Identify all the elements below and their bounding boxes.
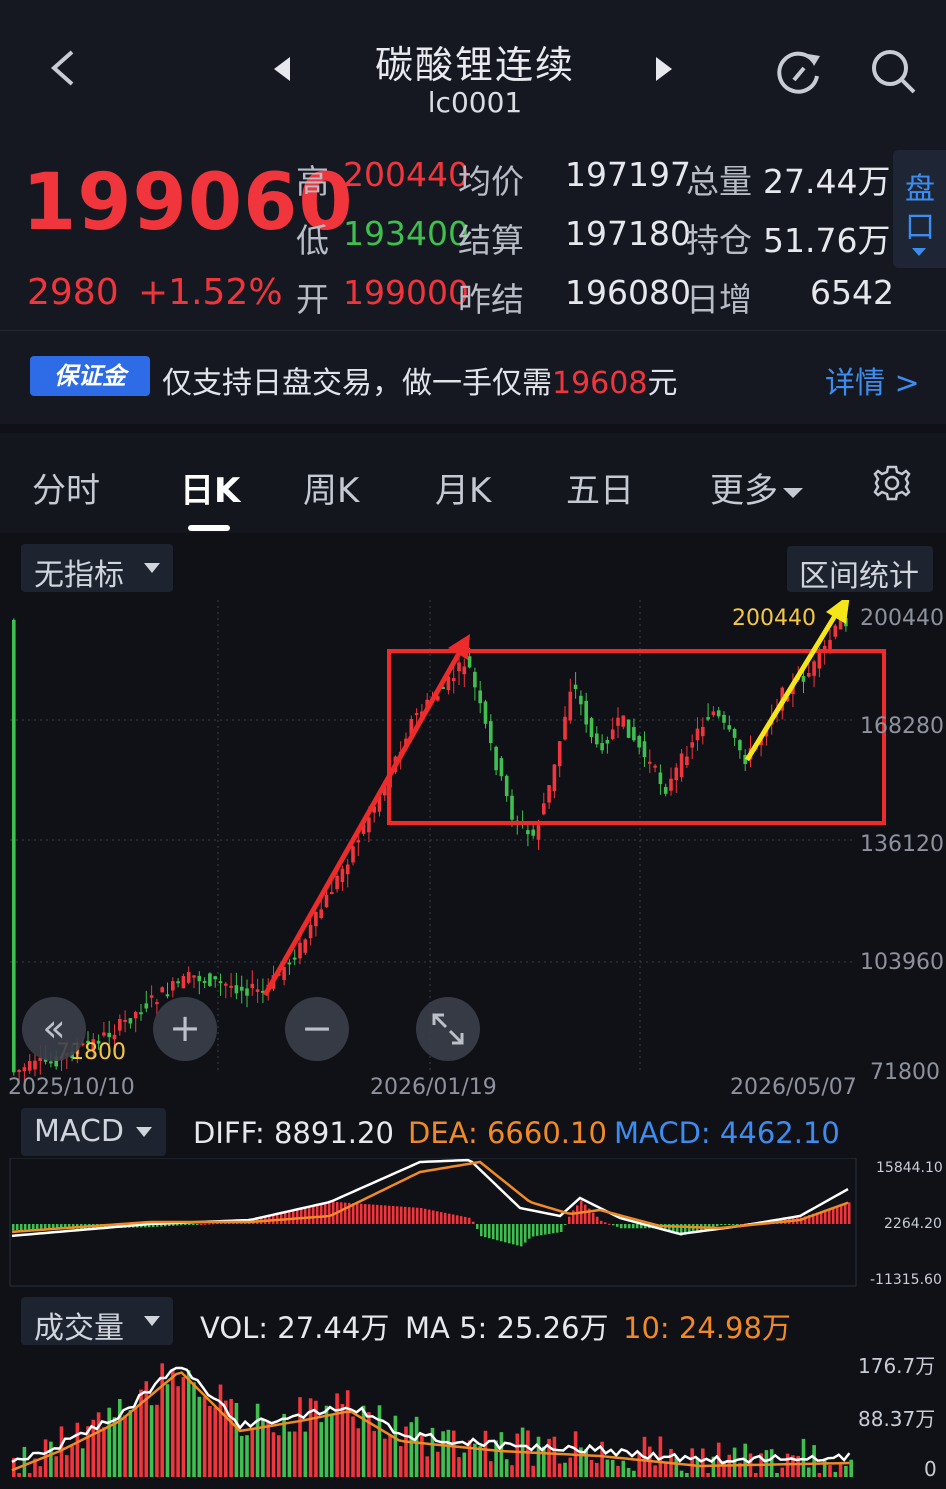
refresh-icon[interactable] <box>774 46 824 100</box>
consolidation-box <box>387 649 886 825</box>
y-tick-label: 200440 <box>860 606 944 631</box>
scroll-left-button[interactable]: « <box>22 997 86 1061</box>
tab-intraday[interactable]: 分时 <box>32 463 100 512</box>
oi-value: 51.76万 <box>763 221 891 260</box>
margin-text: 仅支持日盘交易，做一手仅需19608元 <box>162 358 677 402</box>
tab-more-label: 更多 <box>710 471 778 511</box>
open-value: 199000 <box>343 273 469 312</box>
tab-more[interactable]: 更多 <box>710 463 804 512</box>
order-book-button[interactable]: 盘 口 <box>893 150 946 268</box>
tab-weekly-k[interactable]: 周K <box>303 463 359 512</box>
expand-icon <box>432 1013 464 1045</box>
settle-value: 197180 <box>565 214 691 253</box>
double-chevron-left-icon: « <box>42 1006 66 1050</box>
tab-daily-k[interactable]: 日K <box>180 463 240 512</box>
y-tick-label: 136120 <box>860 832 944 857</box>
volume-label: 总量 <box>686 162 752 201</box>
margin-text-after: 元 <box>647 366 678 401</box>
price-change-pct: +1.52% <box>138 272 283 313</box>
margin-tag: 保证金 <box>30 356 150 396</box>
search-icon[interactable] <box>868 46 918 100</box>
vol-ma10: 10: 24.98万 <box>623 1311 791 1345</box>
fullscreen-button[interactable] <box>416 997 480 1061</box>
oi-label: 持仓 <box>686 221 752 260</box>
volume-dropdown-label: 成交量 <box>34 1311 124 1346</box>
volume-value: 27.44万 <box>763 162 891 201</box>
range-stats-label: 区间统计 <box>799 559 919 594</box>
plus-icon: + <box>169 1006 201 1050</box>
tab-monthly-k[interactable]: 月K <box>435 463 491 512</box>
daily-inc-label: 日增 <box>686 280 752 319</box>
avg-value: 197197 <box>565 155 691 194</box>
margin-text-before: 仅支持日盘交易，做一手仅需 <box>162 366 552 401</box>
high-value: 200440 <box>343 155 469 194</box>
caret-down-icon <box>144 563 160 573</box>
high-label: 高 <box>296 162 329 201</box>
tab-five-day[interactable]: 五日 <box>566 463 634 512</box>
prev-settle-label: 昨结 <box>458 280 524 319</box>
zoom-in-button[interactable]: + <box>153 997 217 1061</box>
active-tab-indicator <box>188 525 230 531</box>
macd-y-tick: 15844.10 <box>876 1160 943 1176</box>
low-value: 193400 <box>343 214 469 253</box>
caret-down-icon <box>136 1127 152 1137</box>
caret-down-icon <box>783 487 803 498</box>
detail-link[interactable]: 详情 > <box>825 358 920 402</box>
x-tick-label: 2025/10/10 <box>8 1075 135 1100</box>
y-tick-label: 168280 <box>860 714 944 739</box>
range-stats-button[interactable]: 区间统计 <box>787 546 933 594</box>
prev-settle-value: 196080 <box>565 273 691 312</box>
next-contract-icon[interactable] <box>654 56 674 86</box>
breakout-arrow-line <box>744 612 839 762</box>
settle-label: 结算 <box>458 221 524 260</box>
page-title: 碳酸锂连续 <box>374 43 575 87</box>
volume-chart <box>11 1363 853 1477</box>
header: 碳酸锂连续 lc0001 <box>0 0 946 140</box>
macd-chart <box>9 1158 857 1287</box>
y-tick-label: 71800 <box>870 1060 940 1085</box>
volume-dropdown[interactable]: 成交量 <box>21 1297 173 1346</box>
macd-y-tick: -11315.60 <box>870 1272 942 1288</box>
contract-code: lc0001 <box>427 86 523 119</box>
macd-y-tick: 2264.20 <box>884 1216 942 1232</box>
zoom-out-button[interactable]: − <box>285 997 349 1061</box>
macd-diff: DIFF: 8891.20 <box>193 1116 394 1150</box>
x-tick-label: 2026/05/07 <box>730 1075 857 1100</box>
low-label: 低 <box>296 221 329 260</box>
daily-inc-value: 6542 <box>810 273 894 312</box>
vol-y-tick: 0 <box>924 1457 937 1481</box>
indicator-dropdown[interactable]: 无指标 <box>21 544 173 593</box>
gear-icon[interactable] <box>872 463 912 507</box>
indicator-dropdown-label: 无指标 <box>34 558 124 593</box>
minus-icon: − <box>301 1006 333 1050</box>
high-marker: 200440 <box>732 606 816 631</box>
macd-dropdown[interactable]: MACD <box>21 1108 166 1156</box>
vol-ma5: MA 5: 25.26万 <box>405 1311 609 1345</box>
avg-label: 均价 <box>458 162 524 201</box>
margin-amount: 19608 <box>552 366 648 401</box>
back-chevron-icon[interactable] <box>48 48 78 95</box>
x-tick-label: 2026/01/19 <box>370 1075 497 1100</box>
caret-down-icon <box>144 1316 160 1326</box>
price-change: 2980 <box>27 272 119 313</box>
prev-contract-icon[interactable] <box>272 56 292 86</box>
caret-down-icon <box>911 242 927 261</box>
open-label: 开 <box>296 280 329 319</box>
vol-y-tick: 176.7万 <box>858 1354 936 1378</box>
macd-dea: DEA: 6660.10 <box>408 1116 607 1150</box>
macd-value: MACD: 4462.10 <box>614 1116 840 1150</box>
order-book-label-2: 口 <box>905 210 935 245</box>
vol-y-tick: 88.37万 <box>858 1407 936 1431</box>
vol-value: VOL: 27.44万 <box>200 1311 390 1345</box>
macd-dropdown-label: MACD <box>34 1114 124 1149</box>
y-tick-label: 103960 <box>860 950 944 975</box>
